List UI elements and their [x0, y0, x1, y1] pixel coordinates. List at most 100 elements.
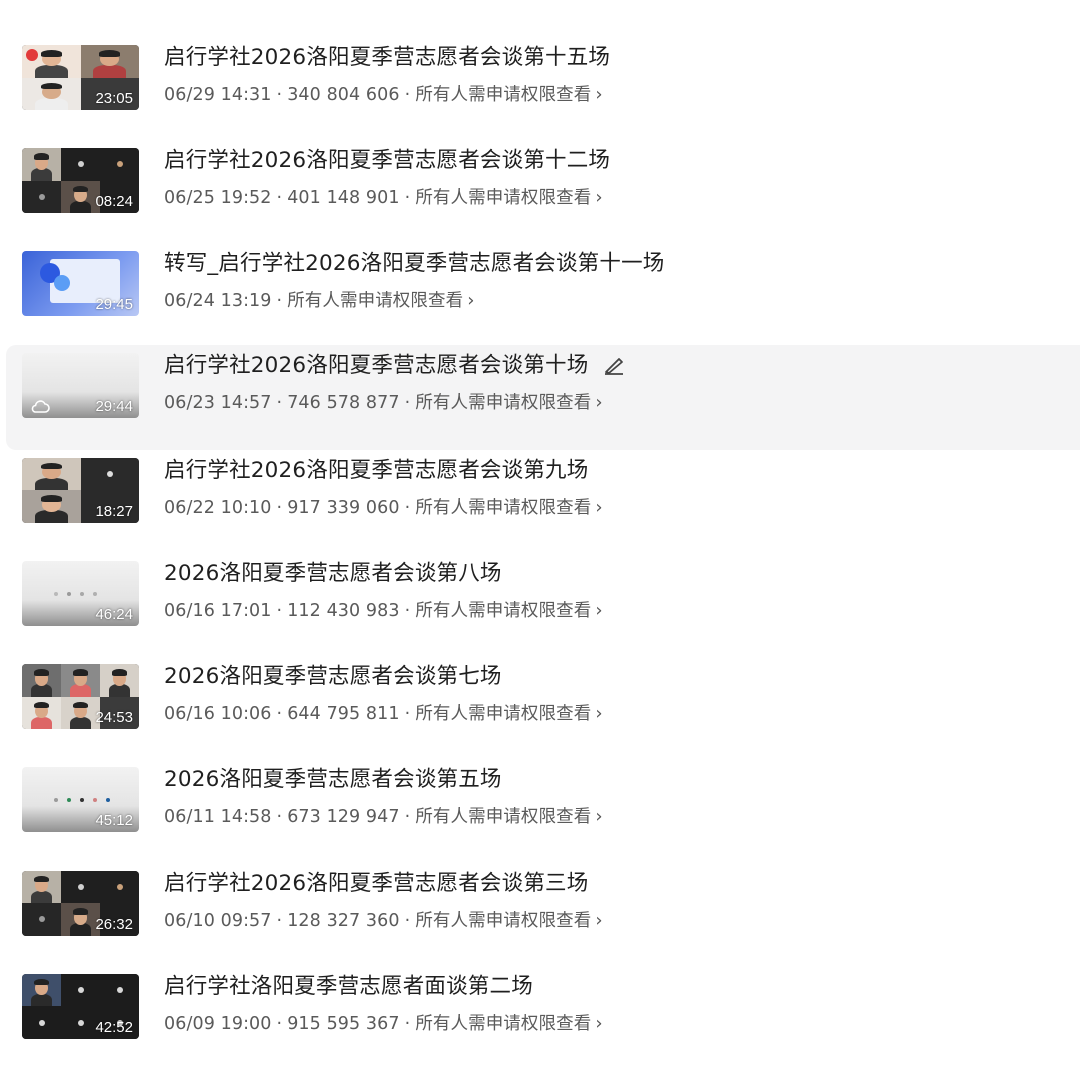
- video-tile: [100, 870, 139, 904]
- meta-separator: ·: [404, 807, 411, 828]
- meeting-id: 340 804 606: [287, 85, 400, 105]
- recording-thumbnail[interactable]: 23:05: [22, 45, 139, 110]
- chevron-right-icon[interactable]: ›: [595, 187, 602, 208]
- video-tile: [22, 490, 81, 523]
- recording-row[interactable]: 18:27 启行学社2026洛阳夏季营志愿者会谈第九场 06/22 10:10 · 91…: [0, 450, 1080, 553]
- recording-row[interactable]: 46:24 2026洛阳夏季营志愿者会谈第八场 06/16 17:01 · 112 43…: [0, 553, 1080, 656]
- chevron-right-icon[interactable]: ›: [595, 392, 602, 413]
- meeting-id: 917 339 060: [287, 497, 400, 518]
- chevron-right-icon[interactable]: ›: [467, 290, 474, 311]
- recording-thumbnail[interactable]: 18:27: [22, 457, 139, 523]
- permission-link[interactable]: 所有人需申请权限查看: [415, 807, 591, 827]
- participant-avatar-dot: [38, 193, 45, 200]
- recording-thumbnail[interactable]: 46:24: [22, 561, 139, 626]
- chevron-right-icon[interactable]: ›: [595, 806, 602, 827]
- participant-body: [34, 477, 68, 491]
- video-tile: [22, 1006, 61, 1039]
- participant-hair: [40, 50, 62, 57]
- video-tile: [100, 973, 139, 1007]
- participant-avatar-dot: [67, 592, 71, 596]
- meta-separator: ·: [276, 704, 283, 725]
- recording-title[interactable]: 转写_启行学社2026洛阳夏季营志愿者会谈第十一场: [164, 246, 664, 277]
- participant-avatar-dot: [116, 987, 123, 994]
- participant-body: [30, 716, 53, 730]
- recording-thumbnail[interactable]: 24:53: [22, 664, 139, 730]
- video-tile: [61, 148, 100, 181]
- duration-label: 29:44: [95, 397, 133, 415]
- recording-title[interactable]: 启行学社2026洛阳夏季营志愿者会谈第九场: [164, 453, 588, 484]
- participant-hair: [34, 669, 49, 676]
- chevron-right-icon[interactable]: ›: [595, 703, 602, 724]
- permission-link[interactable]: 所有人需申请权限查看: [415, 498, 591, 518]
- recording-row[interactable]: 29:45 转写_启行学社2026洛阳夏季营志愿者会谈第十一场 06/24 13:1…: [0, 243, 1080, 346]
- participant-hair: [40, 462, 62, 470]
- permission-link[interactable]: 所有人需申请权限查看: [415, 601, 591, 621]
- participant-avatar-dot: [106, 471, 113, 478]
- recording-thumbnail[interactable]: 45:12: [22, 767, 139, 833]
- meeting-id: 673 129 947: [287, 807, 400, 828]
- recording-row[interactable]: 29:44 启行学社2026洛阳夏季营志愿者会谈第十场 06/23 14:57 · 74…: [6, 344, 1080, 450]
- permission-link[interactable]: 所有人需申请权限查看: [415, 1014, 591, 1034]
- chevron-right-icon[interactable]: ›: [595, 1013, 602, 1034]
- video-tile: [61, 664, 100, 697]
- recording-meta: 06/10 09:57 · 128 327 360 · 所有人需申请权限查看 ›: [164, 907, 603, 932]
- recording-row[interactable]: 26:32 启行学社2026洛阳夏季营志愿者会谈第三场 06/10 09:57 · 12…: [0, 863, 1080, 966]
- chevron-right-icon[interactable]: ›: [595, 497, 602, 518]
- recording-title[interactable]: 2026洛阳夏季营志愿者会谈第五场: [164, 762, 502, 793]
- recording-thumbnail[interactable]: 08:24: [22, 148, 139, 214]
- recording-row[interactable]: 23:05 启行学社2026洛阳夏季营志愿者会谈第十五场 06/29 14:31 · 3…: [0, 37, 1080, 140]
- participant-hair: [34, 153, 49, 160]
- edit-pencil-icon[interactable]: [602, 353, 626, 375]
- meta-separator: ·: [276, 807, 283, 828]
- meta-separator: ·: [276, 1013, 283, 1034]
- participant-avatar-dot: [93, 798, 97, 803]
- video-tile: [22, 77, 81, 110]
- meeting-id: 746 578 877: [287, 392, 400, 413]
- participant-avatar-dot: [80, 798, 84, 803]
- permission-link[interactable]: 所有人需申请权限查看: [415, 393, 591, 413]
- permission-link[interactable]: 所有人需申请权限查看: [415, 85, 591, 105]
- recording-thumbnail[interactable]: 29:45: [22, 251, 139, 317]
- participant-body: [69, 684, 92, 697]
- recording-thumbnail[interactable]: 26:32: [22, 870, 139, 936]
- duration-label: 23:05: [95, 90, 133, 107]
- participant-hair: [34, 875, 49, 883]
- meeting-id: 644 795 811: [287, 704, 400, 725]
- permission-link[interactable]: 所有人需申请权限查看: [287, 291, 463, 311]
- chevron-right-icon[interactable]: ›: [595, 600, 602, 621]
- participant-body: [69, 200, 92, 214]
- participant-avatar-dot: [54, 592, 58, 596]
- recording-thumbnail[interactable]: 29:44: [22, 352, 139, 418]
- recording-row[interactable]: 45:12 2026洛阳夏季营志愿者会谈第五场 06/11 14:58 · 673 12…: [0, 759, 1080, 862]
- meta-separator: ·: [404, 85, 411, 105]
- meta-separator: ·: [276, 291, 283, 312]
- recording-title[interactable]: 启行学社2026洛阳夏季营志愿者会谈第十二场: [164, 143, 610, 174]
- video-tile: [22, 148, 61, 181]
- recording-title[interactable]: 启行学社洛阳夏季营志愿者面谈第二场: [164, 969, 533, 1000]
- duration-label: 18:27: [95, 502, 133, 520]
- chevron-right-icon[interactable]: ›: [595, 910, 602, 931]
- recording-title[interactable]: 启行学社2026洛阳夏季营志愿者会谈第十场: [164, 348, 626, 379]
- recording-title[interactable]: 启行学社2026洛阳夏季营志愿者会谈第三场: [164, 866, 588, 897]
- meta-separator: ·: [404, 601, 411, 621]
- recording-date: 06/10 09:57: [164, 910, 272, 931]
- recording-row[interactable]: 42:52 启行学社洛阳夏季营志愿者面谈第二场 06/09 19:00 · 915 59…: [0, 966, 1080, 1069]
- recording-thumbnail[interactable]: 42:52: [22, 973, 139, 1039]
- recording-title-text: 启行学社2026洛阳夏季营志愿者会谈第十二场: [164, 148, 611, 174]
- participant-body: [34, 65, 68, 78]
- meta-separator: ·: [276, 85, 283, 105]
- meta-separator: ·: [276, 392, 283, 413]
- recording-meta: 06/29 14:31 · 340 804 606 · 所有人需申请权限查看 ›: [164, 81, 603, 106]
- recording-title[interactable]: 2026洛阳夏季营志愿者会谈第八场: [164, 556, 502, 587]
- recording-row[interactable]: 24:53 2026洛阳夏季营志愿者会谈第七场 06/16 10:06 · 644 79…: [0, 656, 1080, 759]
- permission-link[interactable]: 所有人需申请权限查看: [415, 704, 591, 724]
- participant-hair: [112, 669, 127, 676]
- chevron-right-icon[interactable]: ›: [595, 84, 602, 105]
- participant-avatar-dot: [67, 798, 71, 803]
- permission-link[interactable]: 所有人需申请权限查看: [415, 188, 591, 208]
- permission-link[interactable]: 所有人需申请权限查看: [415, 911, 591, 931]
- recording-title[interactable]: 启行学社2026洛阳夏季营志愿者会谈第十五场: [164, 40, 610, 71]
- recording-title[interactable]: 2026洛阳夏季营志愿者会谈第七场: [164, 659, 502, 690]
- participant-hair: [73, 669, 88, 676]
- recording-row[interactable]: 08:24 启行学社2026洛阳夏季营志愿者会谈第十二场 06/25 19:52 · 4…: [0, 140, 1080, 243]
